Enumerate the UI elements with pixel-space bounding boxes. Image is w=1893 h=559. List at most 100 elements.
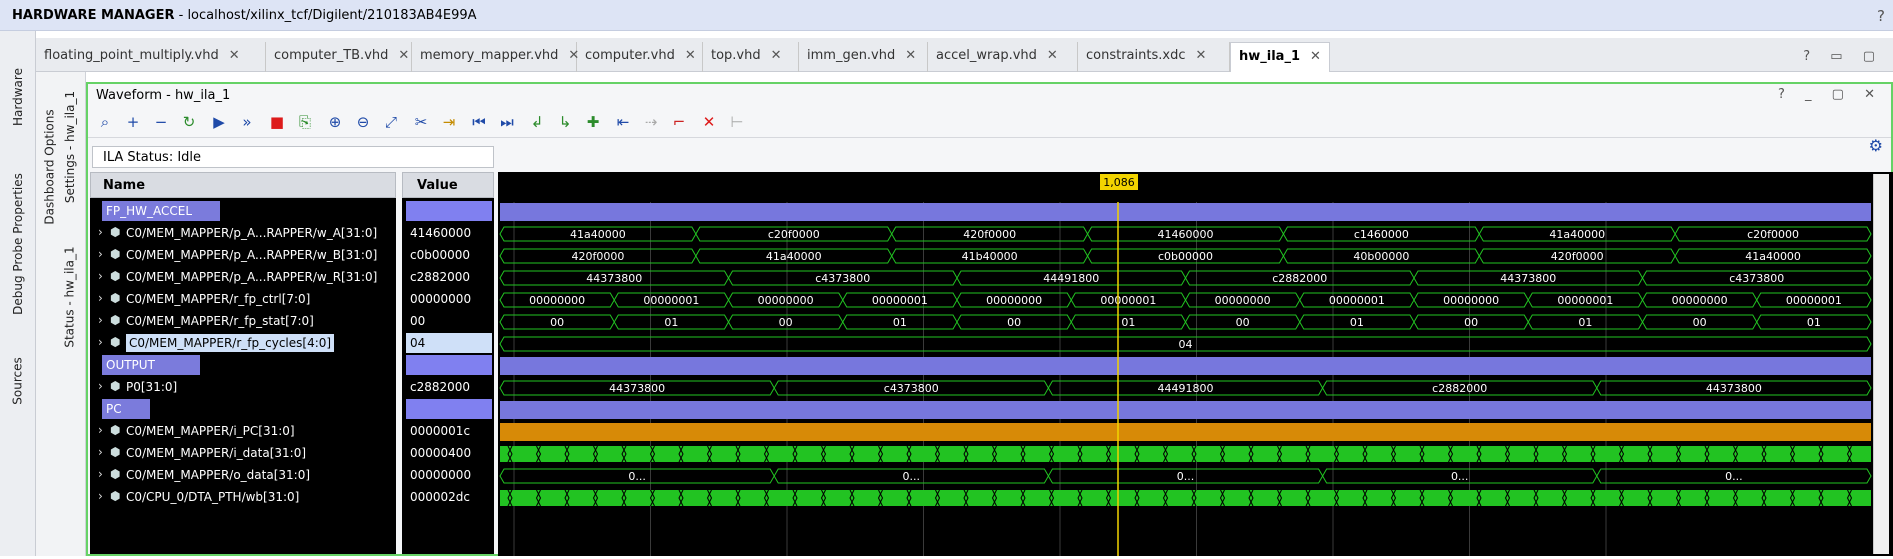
waveform-controls[interactable]: ? _ ▢ ✕ xyxy=(1778,87,1883,102)
chevron-right-icon[interactable]: › xyxy=(98,445,103,459)
vtab-debug-probe-properties[interactable]: Debug Probe Properties xyxy=(6,149,30,339)
gear-icon[interactable]: ⚙ xyxy=(1869,136,1883,155)
chevron-right-icon[interactable]: › xyxy=(98,291,103,305)
inner-side-strip: Settings - hw_ila_1 Dashboard Options St… xyxy=(36,72,86,556)
signal-row[interactable]: › ⬢ C0/MEM_MAPPER/i_data[31:0] xyxy=(90,442,396,464)
chevron-right-icon[interactable]: › xyxy=(98,379,103,393)
vtab-sources[interactable]: Sources xyxy=(6,326,30,436)
chevron-right-icon[interactable]: › xyxy=(98,247,103,261)
go-to-end-icon[interactable]: ⏭ xyxy=(496,111,518,133)
swap-cursor-icon[interactable]: ⌐ xyxy=(668,111,690,133)
tab-accel-wrap[interactable]: accel_wrap.vhd ✕ xyxy=(928,42,1078,72)
close-icon[interactable]: ✕ xyxy=(229,48,240,63)
signal-row[interactable]: › ⬢ P0[31:0] xyxy=(90,376,396,398)
chevron-right-icon[interactable]: › xyxy=(98,489,103,503)
bus-value: 00 xyxy=(779,316,793,329)
bus-value: 01 xyxy=(1350,316,1364,329)
name-header[interactable]: Name xyxy=(90,172,396,198)
signal-row[interactable]: › ⬢ C0/MEM_MAPPER/r_fp_stat[7:0] xyxy=(90,310,396,332)
group-output[interactable]: OUTPUT xyxy=(102,355,200,375)
vtab-status-hw-ila[interactable]: Status - hw_ila_1 xyxy=(58,222,82,372)
add-marker-icon[interactable]: ✚ xyxy=(582,111,604,133)
tab-computer-tb[interactable]: computer_TB.vhd ✕ xyxy=(266,42,412,72)
group-value xyxy=(406,399,492,419)
refresh-icon[interactable]: ↻ xyxy=(178,111,200,133)
bus-value: 00000000 xyxy=(529,294,585,307)
waveform-canvas[interactable]: 2004006008001,0001,2001,4001,6001,80041a… xyxy=(498,172,1893,556)
bus-value: 00000001 xyxy=(1329,294,1385,307)
vtab-hardware[interactable]: Hardware xyxy=(6,49,30,144)
bus-value: 01 xyxy=(664,316,678,329)
stop-icon[interactable]: ■ xyxy=(266,111,288,133)
bus-value: 00 xyxy=(1693,316,1707,329)
bus-value: 40b00000 xyxy=(1353,250,1409,263)
chevron-right-icon[interactable]: › xyxy=(98,225,103,239)
signal-row[interactable]: › ⬢ C0/MEM_MAPPER/o_data[31:0] xyxy=(90,464,396,486)
zoom-fit-icon[interactable]: ⤢ xyxy=(380,111,402,133)
close-icon[interactable]: ✕ xyxy=(1195,48,1206,63)
run-icon[interactable]: ▶ xyxy=(208,111,230,133)
tab-computer[interactable]: computer.vhd ✕ xyxy=(577,42,703,72)
vertical-scrollbar[interactable] xyxy=(1873,174,1889,554)
tab-constraints[interactable]: constraints.xdc ✕ xyxy=(1078,42,1230,72)
zoom-out-icon[interactable]: ⊖ xyxy=(352,111,374,133)
close-icon[interactable]: ✕ xyxy=(1047,48,1058,63)
pc-band xyxy=(500,423,1871,441)
previous-marker-icon[interactable]: ⇤ xyxy=(612,111,634,133)
tab-hw-ila-1[interactable]: hw_ila_1 ✕ xyxy=(1230,42,1330,72)
signal-value: 000002dc xyxy=(410,490,471,504)
bus-value: c20f0000 xyxy=(1747,228,1799,241)
help-icon[interactable]: ? xyxy=(1877,7,1885,25)
cut-icon[interactable]: ✂ xyxy=(410,111,432,133)
zoom-in-icon[interactable]: ⊕ xyxy=(324,111,346,133)
tab-imm-gen[interactable]: imm_gen.vhd ✕ xyxy=(799,42,928,72)
chevron-right-icon[interactable]: › xyxy=(98,313,103,327)
group-pc[interactable]: PC xyxy=(102,399,150,419)
previous-transition-icon[interactable]: ↲ xyxy=(526,111,548,133)
close-icon[interactable]: ✕ xyxy=(398,48,409,63)
bus-value: 41a40000 xyxy=(570,228,626,241)
tab-top[interactable]: top.vhd ✕ xyxy=(703,42,799,72)
tab-floating-point-multiply[interactable]: floating_point_multiply.vhd ✕ xyxy=(36,42,266,72)
bus-value: 00000000 xyxy=(986,294,1042,307)
signal-row[interactable]: › ⬢ C0/MEM_MAPPER/p_A...RAPPER/w_A[31:0] xyxy=(90,222,396,244)
group-fp-hw-accel[interactable]: FP_HW_ACCEL xyxy=(102,201,220,221)
waveform-title: Waveform - hw_ila_1 xyxy=(96,88,231,103)
signal-row[interactable]: › ⬢ C0/MEM_MAPPER/r_fp_ctrl[7:0] xyxy=(90,288,396,310)
signal-row[interactable]: › ⬢ C0/CPU_0/DTA_PTH/wb[31:0] xyxy=(90,486,396,508)
value-header[interactable]: Value xyxy=(402,172,494,198)
bus-icon: ⬢ xyxy=(110,291,121,305)
remove-icon[interactable]: − xyxy=(150,111,172,133)
close-icon[interactable]: ✕ xyxy=(685,48,696,63)
chevron-right-icon[interactable]: › xyxy=(98,423,103,437)
tab-memory-mapper[interactable]: memory_mapper.vhd ✕ xyxy=(412,42,579,72)
close-icon[interactable]: ✕ xyxy=(1310,49,1321,64)
bus-value: c2882000 xyxy=(1272,272,1327,285)
signal-row[interactable]: › ⬢ C0/MEM_MAPPER/p_A...RAPPER/w_R[31:0] xyxy=(90,266,396,288)
chevron-right-icon[interactable]: › xyxy=(98,467,103,481)
next-transition-icon[interactable]: ↳ xyxy=(554,111,576,133)
export-icon[interactable]: ⎘ xyxy=(294,111,316,133)
waveform-panel: Waveform - hw_ila_1 ? _ ▢ ✕ ⌕ + − ↻ ▶ » … xyxy=(86,82,1893,556)
next-marker-icon: ⇢ xyxy=(644,113,658,131)
go-to-cursor-icon[interactable]: ⇥ xyxy=(438,111,460,133)
signal-row-selected[interactable]: › ⬢ C0/MEM_MAPPER/r_fp_cycles[4:0] xyxy=(90,332,396,354)
add-icon[interactable]: + xyxy=(122,111,144,133)
close-icon[interactable]: ✕ xyxy=(771,48,782,63)
chevron-right-icon[interactable]: › xyxy=(98,335,103,349)
group-band xyxy=(500,203,1871,221)
tab-controls[interactable]: ? ▭ ▢ xyxy=(1803,49,1883,64)
delete-marker-icon[interactable]: ✕ xyxy=(698,111,720,133)
close-icon[interactable]: ✕ xyxy=(905,48,916,63)
go-to-start-icon[interactable]: ⏮ xyxy=(468,111,490,133)
ruler-icon: ⊢ xyxy=(730,113,744,131)
bus-value: 00000000 xyxy=(1443,294,1499,307)
window-title: HARDWARE MANAGER - localhost/xilinx_tcf/… xyxy=(12,8,477,23)
signal-row[interactable]: › ⬢ C0/MEM_MAPPER/i_PC[31:0] xyxy=(90,420,396,442)
run-immediate-icon[interactable]: » xyxy=(236,111,258,133)
search-icon[interactable]: ⌕ xyxy=(94,111,116,133)
chevron-right-icon[interactable]: › xyxy=(98,269,103,283)
bus-icon: ⬢ xyxy=(110,269,121,283)
waveform-svg: 2004006008001,0001,2001,4001,6001,80041a… xyxy=(499,174,1872,556)
signal-row[interactable]: › ⬢ C0/MEM_MAPPER/p_A...RAPPER/w_B[31:0] xyxy=(90,244,396,266)
